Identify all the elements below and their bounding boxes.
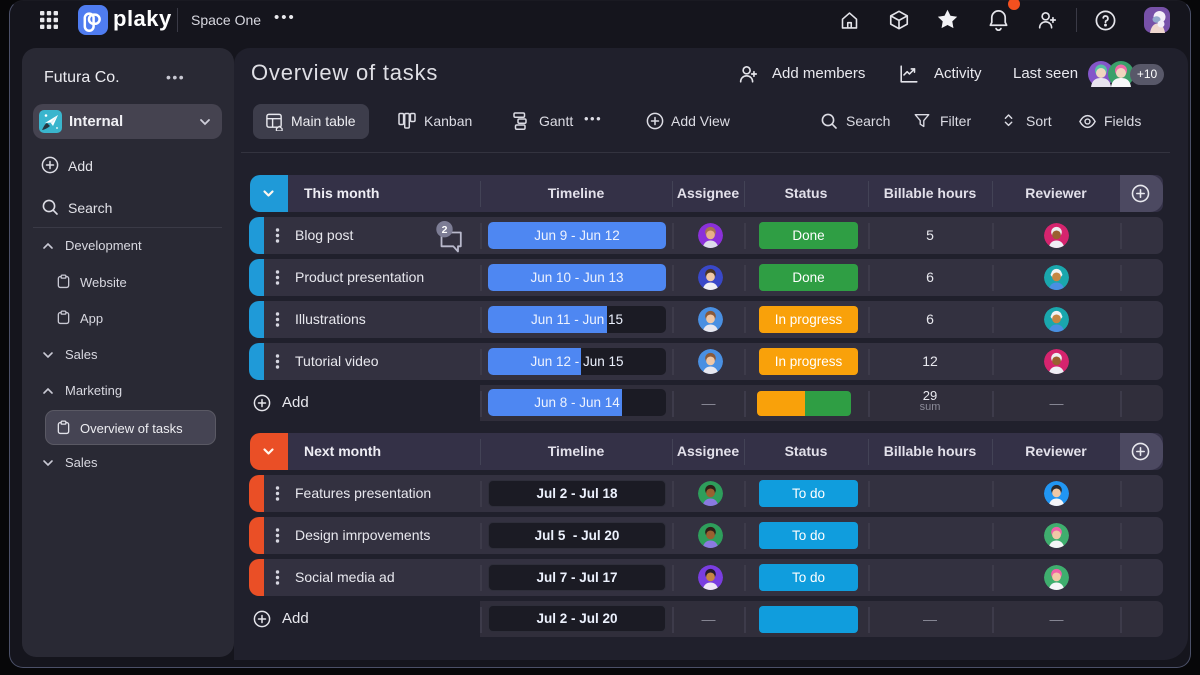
svg-text:2: 2 bbox=[442, 224, 448, 236]
